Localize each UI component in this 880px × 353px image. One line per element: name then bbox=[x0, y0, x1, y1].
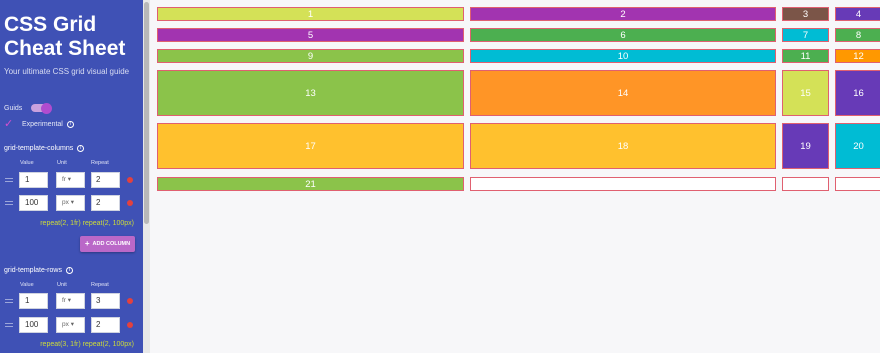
rows-unit-header: Unit bbox=[57, 282, 67, 288]
grid-item: 21 bbox=[157, 177, 464, 191]
scrollbar-thumb[interactable] bbox=[144, 2, 149, 224]
grid-item: 14 bbox=[470, 70, 776, 116]
column-unit-select[interactable]: fr ▾ bbox=[56, 172, 85, 188]
grid-item: 5 bbox=[157, 28, 464, 42]
guides-row: Guids bbox=[4, 102, 53, 114]
plus-icon: + bbox=[84, 239, 90, 248]
unit-value: fr bbox=[62, 176, 66, 183]
grid-item: 18 bbox=[470, 123, 776, 169]
experimental-row: ✓ Experimental i bbox=[4, 119, 74, 130]
subtitle: Your ultimate CSS grid visual guide bbox=[4, 67, 130, 76]
row-repeat-input[interactable]: 2 bbox=[91, 317, 120, 333]
page-title: CSS Grid Cheat Sheet bbox=[4, 13, 142, 61]
rows-label: grid-template-rows bbox=[4, 267, 62, 274]
column-value-input[interactable]: 100 bbox=[19, 195, 48, 211]
check-icon[interactable]: ✓ bbox=[4, 119, 14, 130]
grid-item: 2 bbox=[470, 7, 776, 21]
rows-repeat-header: Repeat bbox=[91, 282, 109, 288]
grid-item: 11 bbox=[782, 49, 829, 63]
grid-item: 19 bbox=[782, 123, 829, 169]
remove-icon[interactable] bbox=[127, 177, 133, 183]
guides-label: Guids bbox=[4, 104, 23, 112]
rows-summary: repeat(3, 1fr) repeat(2, 100px) bbox=[40, 341, 134, 348]
info-icon[interactable]: i bbox=[66, 120, 74, 128]
grid-empty-cell bbox=[835, 177, 880, 191]
grid-item: 20 bbox=[835, 123, 880, 169]
grid-empty-cell bbox=[470, 177, 776, 191]
row-unit-select[interactable]: px ▾ bbox=[56, 317, 85, 333]
remove-icon[interactable] bbox=[127, 298, 133, 304]
chevron-down-icon: ▾ bbox=[70, 199, 74, 206]
grid-empty-cell bbox=[782, 177, 829, 191]
row-unit-select[interactable]: fr ▾ bbox=[56, 293, 85, 309]
remove-icon[interactable] bbox=[127, 200, 133, 206]
chevron-down-icon: ▾ bbox=[70, 321, 74, 328]
grid-item: 1 bbox=[157, 7, 464, 21]
experimental-label: Experimental bbox=[22, 120, 63, 128]
info-icon[interactable]: i bbox=[65, 267, 73, 274]
add-column-label: ADD COLUMN bbox=[92, 241, 131, 247]
rows-value-header: Value bbox=[20, 282, 34, 288]
row-repeat-input[interactable]: 3 bbox=[91, 293, 120, 309]
unit-value: px bbox=[62, 321, 69, 328]
column-unit-select[interactable]: px ▾ bbox=[56, 195, 85, 211]
title-line-2: Cheat Sheet bbox=[4, 37, 126, 60]
columns-unit-header: Unit bbox=[57, 160, 67, 166]
column-value-input[interactable]: 1 bbox=[19, 172, 48, 188]
drag-handle-icon[interactable] bbox=[5, 201, 13, 205]
columns-label: grid-template-columns bbox=[4, 145, 74, 152]
grid-item: 8 bbox=[835, 28, 880, 42]
columns-value-header: Value bbox=[20, 160, 34, 166]
chevron-down-icon: ▾ bbox=[67, 176, 72, 183]
row-value-input[interactable]: 100 bbox=[19, 317, 48, 333]
grid-item: 4 bbox=[835, 7, 880, 21]
add-column-button[interactable]: + ADD COLUMN bbox=[80, 236, 135, 252]
grid-item: 3 bbox=[782, 7, 829, 21]
row-value-input[interactable]: 1 bbox=[19, 293, 48, 309]
unit-value: fr bbox=[62, 297, 66, 304]
title-line-1: CSS Grid bbox=[4, 13, 97, 36]
columns-summary: repeat(2, 1fr) repeat(2, 100px) bbox=[40, 220, 134, 227]
sidebar: CSS Grid Cheat Sheet Your ultimate CSS g… bbox=[0, 0, 143, 353]
grid-item: 17 bbox=[157, 123, 464, 169]
grid-item: 12 bbox=[835, 49, 880, 63]
chevron-down-icon: ▾ bbox=[67, 297, 72, 304]
info-icon[interactable]: i bbox=[77, 145, 85, 152]
guides-toggle[interactable] bbox=[31, 102, 53, 114]
grid-item: 10 bbox=[470, 49, 776, 63]
remove-icon[interactable] bbox=[127, 322, 133, 328]
rows-section-label: grid-template-rows i bbox=[4, 267, 73, 274]
column-repeat-input[interactable]: 2 bbox=[91, 172, 120, 188]
drag-handle-icon[interactable] bbox=[5, 178, 13, 182]
sidebar-scrollbar[interactable] bbox=[143, 0, 150, 353]
columns-section-label: grid-template-columns i bbox=[4, 145, 85, 152]
grid-item: 13 bbox=[157, 70, 464, 116]
grid-item: 6 bbox=[470, 28, 776, 42]
toggle-knob bbox=[41, 102, 53, 114]
grid-item: 9 bbox=[157, 49, 464, 63]
grid-item: 15 bbox=[782, 70, 829, 116]
drag-handle-icon[interactable] bbox=[5, 299, 13, 303]
drag-handle-icon[interactable] bbox=[5, 323, 13, 327]
unit-value: px bbox=[62, 199, 69, 206]
columns-repeat-header: Repeat bbox=[91, 160, 109, 166]
column-repeat-input[interactable]: 2 bbox=[91, 195, 120, 211]
grid-item: 16 bbox=[835, 70, 880, 116]
grid-item: 7 bbox=[782, 28, 829, 42]
